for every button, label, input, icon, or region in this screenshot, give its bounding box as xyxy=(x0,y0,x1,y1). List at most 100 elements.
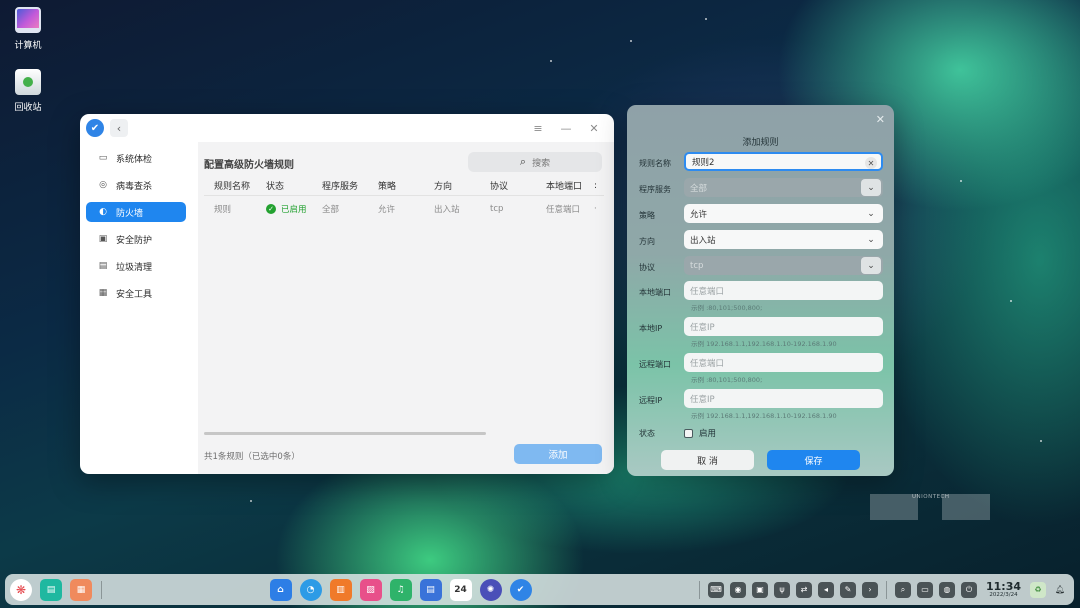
column-header[interactable]: 方向 xyxy=(424,179,480,192)
table-row[interactable]: 规则 ✓ 已启用 全部 允许 出入站 tcp 任意端口 · xyxy=(204,196,604,222)
music-icon[interactable]: ♫ xyxy=(389,578,412,601)
cancel-button[interactable]: 取 消 xyxy=(661,450,754,470)
local-ip-placeholder: 任意IP xyxy=(690,322,715,333)
field-service: 程序服务 全部 ⌄ xyxy=(639,178,885,200)
desktop-icon-trash[interactable]: 回收站 xyxy=(2,69,54,113)
file-manager-icon[interactable]: ▥ xyxy=(329,578,352,601)
cell-policy: 允许 xyxy=(378,205,396,215)
chevron-down-icon: ⌄ xyxy=(867,208,875,219)
search-input[interactable]: ⌕ 搜索 xyxy=(468,152,602,172)
column-header[interactable]: 状态 xyxy=(256,179,312,192)
volume-icon[interactable]: ◂ xyxy=(818,581,834,598)
sidebar-item-label: 防火墙 xyxy=(116,208,144,219)
remote-ip-input[interactable]: 任意IP xyxy=(684,389,883,408)
calendar-icon[interactable]: 24 xyxy=(449,578,472,601)
local-port-input[interactable]: 任意端口 xyxy=(684,281,883,300)
security-center-icon[interactable]: ✔ xyxy=(509,578,532,601)
workspace-icon[interactable]: ▦ xyxy=(70,578,92,601)
security-tray-icon[interactable]: ◉ xyxy=(730,581,746,598)
column-header[interactable]: 本地端口 xyxy=(536,179,592,192)
control-center-icon[interactable]: ✺ xyxy=(479,578,502,601)
monitor-icon: ▭ xyxy=(98,153,108,163)
checkbox-box[interactable] xyxy=(684,428,693,438)
protocol-select[interactable]: tcp ⌄ xyxy=(684,256,883,275)
taskbar-separator xyxy=(886,580,887,599)
sidebar-item-security-protection[interactable]: ▣ 安全防护 xyxy=(86,229,186,249)
remote-ip-placeholder: 任意IP xyxy=(690,394,715,405)
titlebar: ✔ ‹ ≡ — ✕ xyxy=(80,114,614,142)
launcher-icon[interactable]: ❋ xyxy=(10,578,32,601)
cell-direction: 出入站 xyxy=(434,205,460,215)
direction-select[interactable]: 出入站 ⌄ xyxy=(684,230,883,249)
expand-tray-icon[interactable]: › xyxy=(862,581,878,598)
photo-viewer-icon[interactable]: ▨ xyxy=(359,578,382,601)
table-header: 规则名称 状态 程序服务 策略 方向 协议 本地端口 : xyxy=(204,176,604,196)
back-button[interactable]: ‹ xyxy=(110,119,128,137)
desktop-icon-label: 回收站 xyxy=(14,103,42,113)
field-label: 程序服务 xyxy=(639,185,671,194)
remote-port-input[interactable]: 任意端口 xyxy=(684,353,883,372)
sidebar-item-firewall[interactable]: ◐ 防火墙 xyxy=(86,202,186,222)
trash-clean-icon: ▤ xyxy=(98,261,108,271)
sidebar-item-security-tools[interactable]: ▦ 安全工具 xyxy=(86,283,186,303)
field-label: 协议 xyxy=(639,263,655,272)
clock[interactable]: 11:34 2022/3/24 xyxy=(986,581,1021,599)
page-title: 配置高级防火墙规则 xyxy=(204,160,294,171)
keyboard-icon[interactable]: ⌨ xyxy=(708,581,724,598)
chevron-down-icon: ⌄ xyxy=(867,234,875,245)
close-icon[interactable]: ✕ xyxy=(876,113,885,126)
checkbox-label: 启用 xyxy=(699,429,717,439)
network-icon[interactable]: ⇄ xyxy=(796,581,812,598)
app-store-icon[interactable]: ⌂ xyxy=(269,578,292,601)
sidebar-item-cleanup[interactable]: ▤ 垃圾清理 xyxy=(86,256,186,276)
close-button[interactable]: ✕ xyxy=(580,122,608,135)
notification-settings-icon[interactable]: ◍ xyxy=(939,581,955,598)
calendar-day: 24 xyxy=(454,584,467,595)
bell-icon[interactable]: 🔔︎ xyxy=(1052,582,1068,598)
cell-status: ✓ 已启用 xyxy=(256,203,312,215)
save-button[interactable]: 保存 xyxy=(767,450,860,470)
desktop-icon-computer[interactable]: 计算机 xyxy=(2,7,54,51)
check-circle-icon: ✓ xyxy=(266,204,276,214)
cell-service: 全部 xyxy=(322,205,340,215)
trash-icon xyxy=(15,69,41,95)
menu-button[interactable]: ≡ xyxy=(524,122,552,135)
local-ip-input[interactable]: 任意IP xyxy=(684,317,883,336)
trash-tray-icon[interactable]: ♻ xyxy=(1030,581,1047,598)
horizontal-scrollbar[interactable] xyxy=(204,432,486,435)
sidebar-item-label: 病毒查杀 xyxy=(116,181,153,192)
add-rule-button[interactable]: 添加 xyxy=(514,444,602,464)
search-icon: ⌕ xyxy=(519,155,527,168)
sidebar: ▭ 系统体检 ◎ 病毒查杀 ◐ 防火墙 ▣ 安全防护 ▤ 垃圾清理 ▦ 安全工具 xyxy=(80,142,192,474)
multitask-view-icon[interactable]: ▤ xyxy=(40,578,62,601)
field-label: 策略 xyxy=(639,211,655,220)
column-header[interactable]: 协议 xyxy=(480,179,536,192)
taskbar: ❋ ▤ ▦ ⌂ ◔ ▥ ▨ ♫ ▤ 24 ✺ ✔ ⌨ ◉ ▣ ψ ⇄ ◂ ✎ ›… xyxy=(5,574,1074,605)
service-select[interactable]: 全部 ⌄ xyxy=(684,178,883,197)
rule-name-input[interactable]: 规则2 ✕ xyxy=(684,152,883,171)
document-viewer-icon[interactable]: ▤ xyxy=(419,578,442,601)
sidebar-item-system-check[interactable]: ▭ 系统体检 xyxy=(86,148,186,168)
screenshot-icon[interactable]: ▣ xyxy=(752,581,768,598)
enable-checkbox[interactable]: 启用 xyxy=(684,427,716,439)
field-label: 远程端口 xyxy=(639,360,671,369)
cell-more: · xyxy=(594,204,597,214)
browser-icon[interactable]: ◔ xyxy=(299,578,322,601)
column-header[interactable]: 规则名称 xyxy=(204,179,256,192)
sidebar-item-virus-scan[interactable]: ◎ 病毒查杀 xyxy=(86,175,186,195)
local-ip-hint: 示例 192.168.1.1,192.168.1.10-192.168.1.90 xyxy=(691,340,837,348)
usb-icon[interactable]: ψ xyxy=(774,581,790,598)
search-tray-icon[interactable]: ⌕ xyxy=(895,581,911,598)
multitask-tray-icon[interactable]: ▭ xyxy=(917,581,933,598)
service-value: 全部 xyxy=(690,183,708,194)
policy-select[interactable]: 允许 ⌄ xyxy=(684,204,883,223)
computer-icon xyxy=(15,7,41,33)
clock-date: 2022/3/24 xyxy=(989,591,1018,598)
column-header[interactable]: 策略 xyxy=(368,179,424,192)
column-header[interactable]: 程序服务 xyxy=(312,179,368,192)
power-icon[interactable]: ⏻ xyxy=(961,581,977,598)
pen-icon[interactable]: ✎ xyxy=(840,581,856,598)
minimize-button[interactable]: — xyxy=(552,122,580,135)
clear-icon[interactable]: ✕ xyxy=(865,157,877,169)
rule-count-note: 共1条规则（已选中0条） xyxy=(204,452,300,462)
